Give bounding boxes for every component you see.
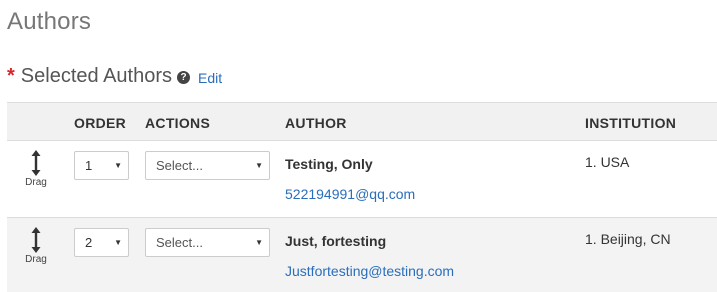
actions-select-value: Select... <box>156 158 203 173</box>
author-name: Just, fortesting <box>285 233 387 249</box>
author-email-link[interactable]: Justfortesting@testing.com <box>285 263 454 279</box>
actions-select-value: Select... <box>156 235 203 250</box>
author-row: Drag 1 ▼ Select... ▼ Testing, Only 52219… <box>7 141 717 217</box>
drag-icon <box>31 227 41 253</box>
column-header-institution: INSTITUTION <box>585 115 677 131</box>
table-header: ORDER ACTIONS AUTHOR INSTITUTION <box>7 103 717 141</box>
author-email-link[interactable]: 522194991@qq.com <box>285 186 415 202</box>
author-institution: 1. Beijing, CN <box>585 231 671 247</box>
drag-label: Drag <box>25 177 47 188</box>
help-icon[interactable]: ? <box>177 71 191 84</box>
order-select-value: 2 <box>85 235 93 250</box>
section-header: * Selected Authors ? Edit <box>7 65 222 88</box>
order-select[interactable]: 1 ▼ <box>74 151 129 180</box>
column-header-order: ORDER <box>74 115 127 131</box>
required-marker: * <box>7 65 15 87</box>
drag-handle[interactable]: Drag <box>21 150 51 188</box>
author-row: Drag 2 ▼ Select... ▼ Just, fortesting Ju… <box>7 218 717 292</box>
order-select-value: 1 <box>85 158 93 173</box>
author-institution: 1. USA <box>585 154 630 170</box>
page-title: Authors <box>7 8 92 35</box>
drag-icon <box>31 150 41 176</box>
edit-link[interactable]: Edit <box>198 70 222 86</box>
actions-select[interactable]: Select... ▼ <box>145 228 270 257</box>
order-select[interactable]: 2 ▼ <box>74 228 129 257</box>
actions-select[interactable]: Select... ▼ <box>145 151 270 180</box>
column-header-actions: ACTIONS <box>145 115 211 131</box>
section-title: Selected Authors <box>20 65 173 87</box>
caret-down-icon: ▼ <box>255 238 263 247</box>
caret-down-icon: ▼ <box>114 238 122 247</box>
column-header-author: AUTHOR <box>285 115 347 131</box>
drag-label: Drag <box>25 254 47 265</box>
caret-down-icon: ▼ <box>114 161 122 170</box>
caret-down-icon: ▼ <box>255 161 263 170</box>
drag-handle[interactable]: Drag <box>21 227 51 265</box>
author-name: Testing, Only <box>285 156 373 172</box>
authors-table: ORDER ACTIONS AUTHOR INSTITUTION Drag 1 … <box>7 102 717 292</box>
